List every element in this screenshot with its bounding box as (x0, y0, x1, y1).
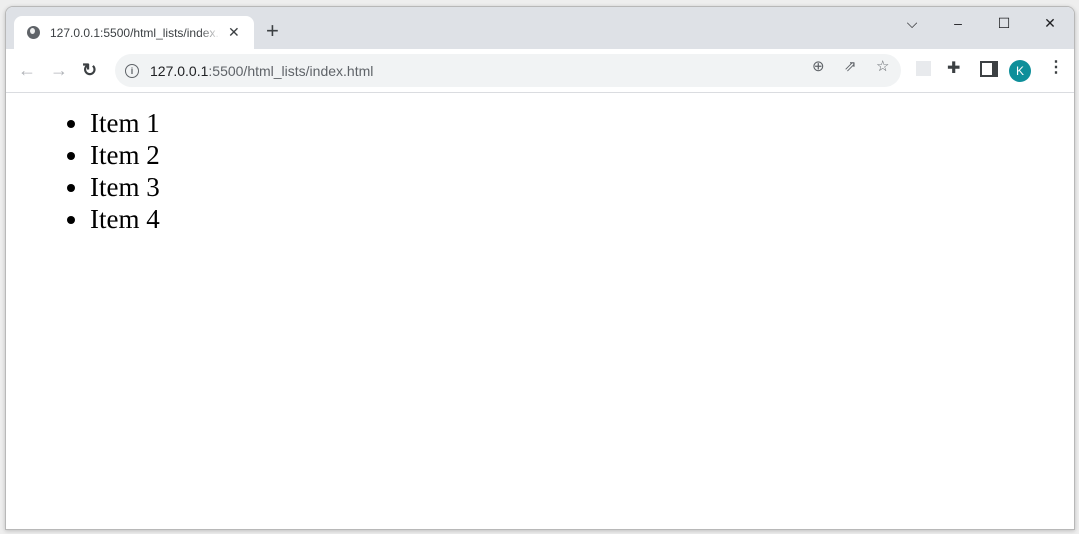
item-list: Item 1 Item 2 Item 3 Item 4 (90, 107, 160, 235)
forward-button[interactable]: → (50, 59, 68, 81)
close-window-button[interactable]: ✕ (1030, 11, 1070, 35)
url-path: :5500/html_lists/index.html (208, 62, 374, 79)
close-tab-icon[interactable]: ✕ (228, 24, 240, 41)
menu-kebab-icon[interactable]: ⋮ (1048, 57, 1064, 77)
list-item: Item 4 (90, 203, 160, 235)
tab-search-chevron-icon[interactable]: ⌵ (892, 11, 932, 35)
tab-strip: 127.0.0.1:5500/html_lists/index.html ✕ +… (6, 7, 1074, 49)
browser-tab[interactable]: 127.0.0.1:5500/html_lists/index.html ✕ (14, 16, 254, 49)
list-item: Item 2 (90, 139, 160, 171)
extension-icon[interactable] (916, 61, 931, 76)
share-icon[interactable]: ⇗ (844, 57, 857, 75)
maximize-button[interactable]: ☐ (984, 11, 1024, 35)
side-panel-icon[interactable] (980, 61, 998, 77)
list-item: Item 3 (90, 171, 160, 203)
extensions-puzzle-icon[interactable]: ✚ (947, 58, 960, 78)
browser-window: 127.0.0.1:5500/html_lists/index.html ✕ +… (5, 6, 1075, 530)
minimize-button[interactable]: – (938, 11, 978, 35)
page-content: Item 1 Item 2 Item 3 Item 4 (6, 93, 1074, 529)
url-text[interactable]: 127.0.0.1:5500/html_lists/index.html (150, 63, 373, 79)
back-button[interactable]: ← (18, 59, 36, 81)
new-tab-button[interactable]: + (266, 19, 279, 43)
address-bar[interactable]: i 127.0.0.1:5500/html_lists/index.html (115, 54, 901, 87)
avatar[interactable]: K (1009, 60, 1031, 82)
toolbar: ← → ↻ i 127.0.0.1:5500/html_lists/index.… (6, 49, 1074, 93)
url-host: 127.0.0.1 (150, 62, 209, 79)
tab-title: 127.0.0.1:5500/html_lists/index.html (50, 25, 220, 40)
reload-button[interactable]: ↻ (82, 59, 97, 81)
globe-icon (27, 26, 40, 39)
info-icon[interactable]: i (125, 63, 139, 78)
list-item: Item 1 (90, 107, 160, 139)
zoom-icon[interactable]: ⊕ (812, 57, 825, 75)
bookmark-star-icon[interactable]: ☆ (876, 57, 889, 75)
